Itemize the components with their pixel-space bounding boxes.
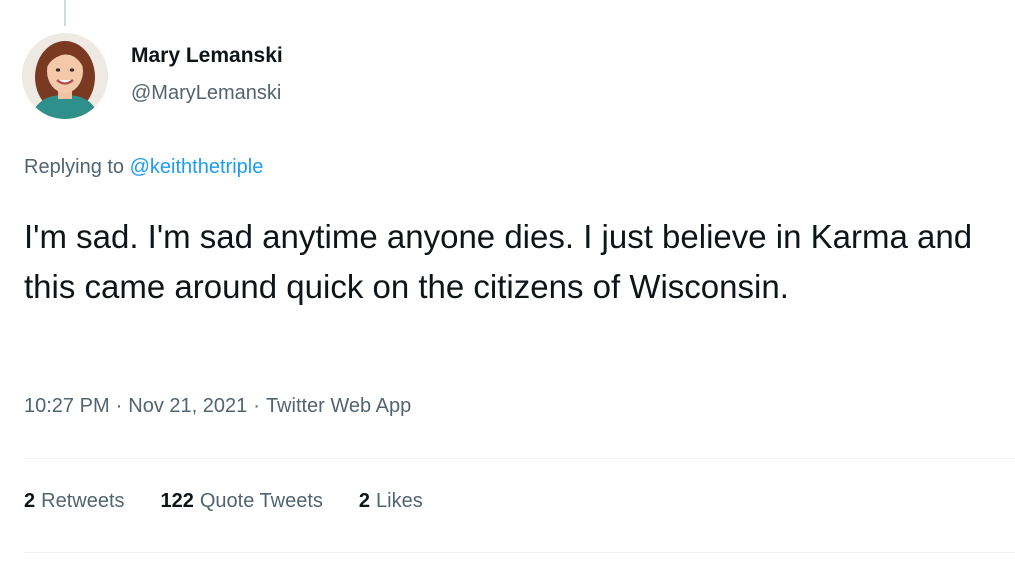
replying-to-line: Replying to @keiththetriple bbox=[24, 156, 263, 179]
retweets-label: Retweets bbox=[41, 490, 125, 512]
tweet-time[interactable]: 10:27 PM bbox=[24, 395, 110, 417]
tweet-text: I'm sad. I'm sad anytime anyone dies. I … bbox=[24, 218, 973, 305]
likes-count: 2 bbox=[358, 490, 371, 512]
quote-tweets-count: 122 bbox=[160, 490, 194, 512]
tweet-source[interactable]: Twitter Web App bbox=[266, 395, 411, 417]
likes-stat[interactable]: 2 Likes bbox=[359, 490, 423, 513]
quote-tweets-stat[interactable]: 122 Quote Tweets bbox=[161, 490, 323, 513]
likes-label: Likes bbox=[376, 490, 423, 512]
retweets-stat[interactable]: 2 Retweets bbox=[24, 490, 125, 513]
reply-mention-link[interactable]: @keiththetriple bbox=[130, 156, 264, 178]
author-handle[interactable]: @MaryLemanski bbox=[131, 82, 281, 105]
tweet-date[interactable]: Nov 21, 2021 bbox=[128, 395, 247, 417]
meta-separator: · bbox=[253, 395, 260, 417]
avatar[interactable] bbox=[22, 33, 108, 119]
author-display-name[interactable]: Mary Lemanski bbox=[131, 44, 283, 68]
avatar-image bbox=[22, 33, 108, 119]
thread-connector-line bbox=[64, 0, 66, 26]
engagement-stats: 2 Retweets 122 Quote Tweets 2 Likes bbox=[24, 490, 423, 513]
divider bbox=[24, 552, 1015, 553]
meta-separator: · bbox=[115, 395, 123, 417]
replying-to-label: Replying to bbox=[24, 156, 125, 178]
divider bbox=[24, 458, 1015, 459]
quote-tweets-label: Quote Tweets bbox=[199, 490, 323, 512]
tweet-metadata: 10:27 PM · Nov 21, 2021 · Twitter Web App bbox=[24, 395, 411, 418]
retweets-count: 2 bbox=[24, 490, 36, 512]
